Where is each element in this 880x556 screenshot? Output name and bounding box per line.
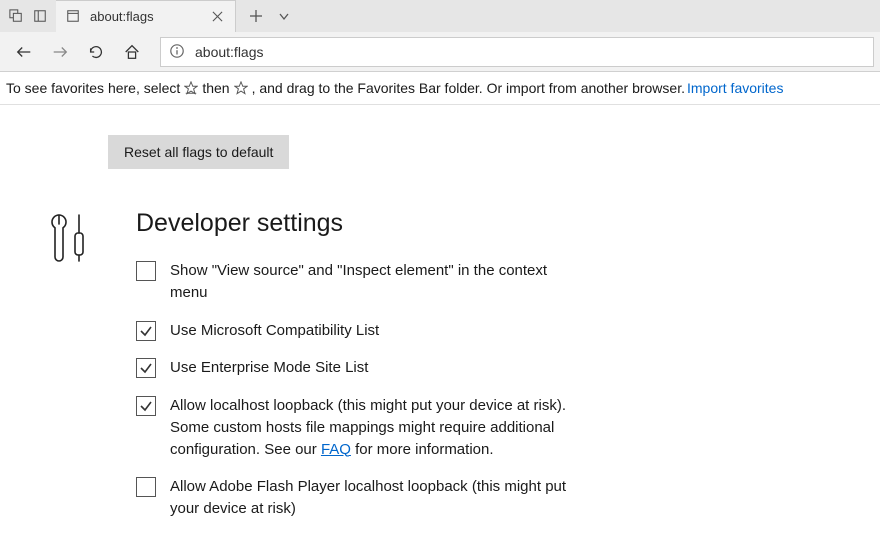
home-button[interactable] — [114, 35, 150, 69]
option-label: Allow Adobe Flash Player localhost loopb… — [170, 476, 576, 520]
option-label: Use Enterprise Mode Site List — [170, 357, 368, 379]
section-icon-column — [28, 209, 136, 274]
option-label-post: for more information. — [351, 441, 494, 458]
option-label: Use Microsoft Compatibility List — [170, 320, 379, 342]
nav-toolbar: about:flags — [0, 32, 880, 72]
section-title: Developer settings — [136, 209, 576, 238]
star-filled-icon — [184, 81, 198, 95]
option-row: Allow Adobe Flash Player localhost loopb… — [136, 476, 576, 520]
faq-link[interactable]: FAQ — [321, 441, 351, 458]
tab-actions — [236, 0, 304, 32]
option-row: Use Enterprise Mode Site List — [136, 357, 576, 379]
option-row: Allow localhost loopback (this might put… — [136, 395, 576, 460]
back-button[interactable] — [6, 35, 42, 69]
favbar-text-1: To see favorites here, select — [6, 80, 180, 96]
close-tab-icon[interactable] — [207, 7, 227, 27]
checkbox-view-source[interactable] — [136, 261, 156, 281]
option-label: Allow localhost loopback (this might put… — [170, 395, 576, 460]
import-favorites-link[interactable]: Import favorites — [687, 80, 783, 96]
developer-settings-section: Developer settings Show "View source" an… — [28, 209, 852, 536]
checkbox-localhost-loopback[interactable] — [136, 396, 156, 416]
wrench-screwdriver-icon — [46, 211, 92, 274]
titlebar-window-controls — [0, 0, 56, 32]
favorites-hint-bar: To see favorites here, select then , and… — [0, 72, 880, 105]
titlebar: about:flags — [0, 0, 880, 32]
new-tab-button[interactable] — [242, 2, 270, 30]
recent-activities-icon[interactable] — [4, 4, 28, 28]
page-icon — [66, 9, 82, 25]
refresh-button[interactable] — [78, 35, 114, 69]
favbar-text-2: then — [202, 80, 229, 96]
info-icon[interactable] — [169, 43, 187, 61]
star-outline-icon — [234, 81, 248, 95]
checkbox-compat-list[interactable] — [136, 321, 156, 341]
reset-flags-button[interactable]: Reset all flags to default — [108, 135, 289, 169]
address-text: about:flags — [195, 44, 264, 60]
checkbox-enterprise-mode[interactable] — [136, 358, 156, 378]
page-content: Reset all flags to default Developer set… — [0, 105, 880, 556]
option-label: Show "View source" and "Inspect element"… — [170, 260, 576, 304]
favbar-text-3: , and drag to the Favorites Bar folder. … — [252, 80, 685, 96]
option-row: Show "View source" and "Inspect element"… — [136, 260, 576, 304]
tab-title: about:flags — [90, 9, 207, 24]
set-aside-tabs-icon[interactable] — [28, 4, 52, 28]
option-row: Use Microsoft Compatibility List — [136, 320, 576, 342]
browser-tab[interactable]: about:flags — [56, 0, 236, 32]
address-bar[interactable]: about:flags — [160, 37, 874, 67]
checkbox-flash-loopback[interactable] — [136, 477, 156, 497]
section-body: Developer settings Show "View source" an… — [136, 209, 576, 536]
tab-menu-chevron-icon[interactable] — [270, 2, 298, 30]
forward-button[interactable] — [42, 35, 78, 69]
